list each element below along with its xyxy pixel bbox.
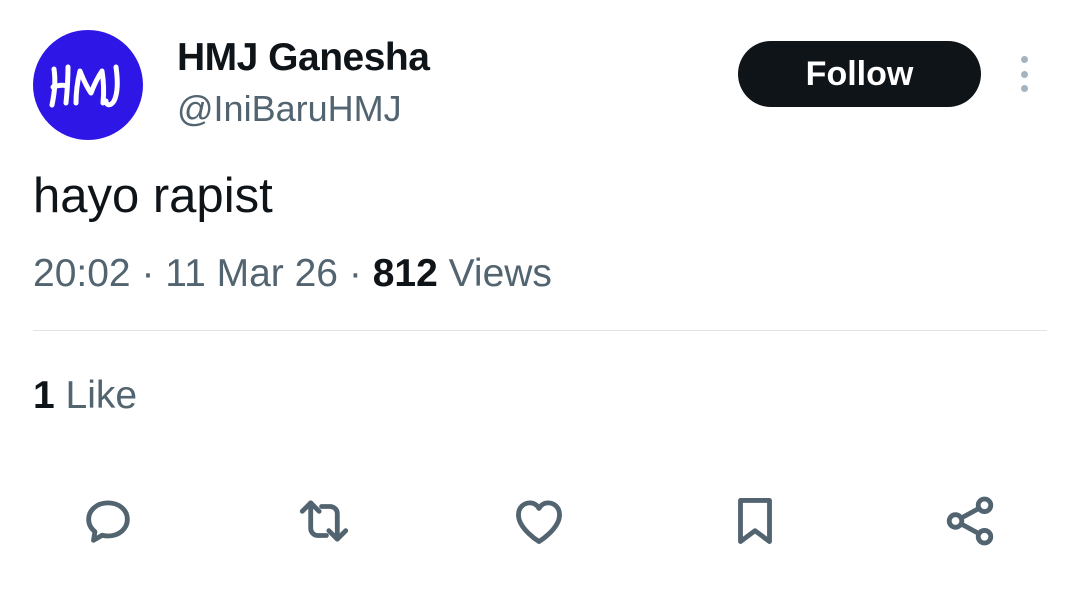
bookmark-icon	[738, 498, 772, 544]
share-icon	[946, 496, 994, 546]
like-button[interactable]	[508, 490, 570, 552]
meta-separator: ·	[348, 252, 362, 295]
bookmark-button[interactable]	[724, 490, 786, 552]
retweet-button[interactable]	[293, 490, 355, 552]
avatar[interactable]	[33, 30, 143, 140]
retweet-icon	[299, 500, 349, 542]
like-count: 1	[33, 374, 55, 417]
more-vertical-icon[interactable]	[1004, 52, 1044, 96]
author-display-name[interactable]: HMJ Ganesha	[177, 36, 430, 80]
meta-separator: ·	[141, 252, 155, 295]
dot	[1020, 56, 1028, 63]
dot	[1020, 70, 1028, 78]
follow-button[interactable]: Follow	[738, 41, 981, 107]
author-handle[interactable]: @IniBaruHMJ	[177, 88, 402, 130]
tweet-text: hayo rapist	[33, 169, 273, 223]
divider	[33, 330, 1047, 331]
views-count[interactable]: 812	[373, 252, 438, 295]
reply-button[interactable]	[77, 490, 139, 552]
views-label[interactable]: Views	[449, 252, 552, 295]
avatar-logo	[49, 64, 120, 108]
tweet-meta: 20:02 · 11 Mar 26 · 812 Views	[33, 252, 552, 296]
dot	[1020, 85, 1028, 92]
share-button[interactable]	[939, 490, 1001, 552]
tweet-date[interactable]: 11 Mar 26	[165, 252, 338, 295]
likes-summary[interactable]: 1 Like	[33, 374, 137, 418]
tweet-time[interactable]: 20:02	[33, 252, 131, 295]
like-label: Like	[65, 374, 138, 417]
reply-icon	[86, 500, 130, 543]
like-icon	[516, 500, 562, 544]
